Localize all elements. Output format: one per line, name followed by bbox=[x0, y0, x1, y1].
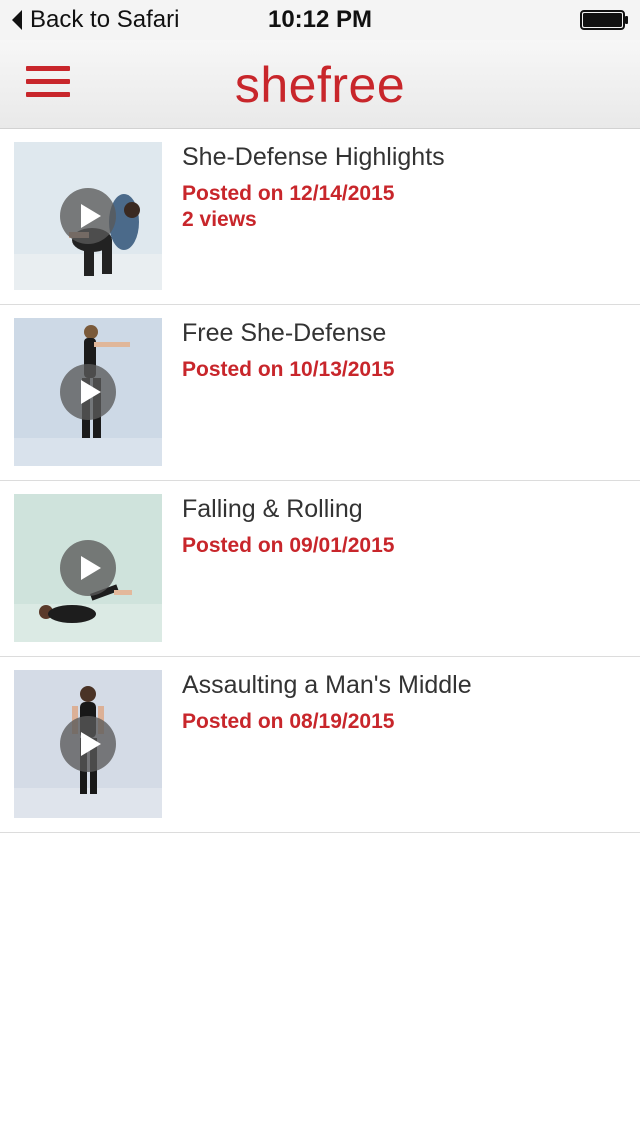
battery-icon bbox=[580, 10, 628, 30]
video-thumbnail[interactable] bbox=[14, 670, 162, 818]
video-views: 2 views bbox=[182, 208, 257, 231]
play-icon[interactable] bbox=[60, 716, 116, 772]
video-title[interactable]: Falling & Rolling bbox=[182, 495, 363, 524]
status-bar: Back to Safari 10:12 PM bbox=[0, 0, 640, 40]
play-icon[interactable] bbox=[60, 188, 116, 244]
video-thumbnail[interactable] bbox=[14, 494, 162, 642]
video-item[interactable]: Free She-Defense Posted on 10/13/2015 bbox=[0, 305, 640, 481]
video-posted-date: Posted on 08/19/2015 bbox=[182, 710, 395, 733]
video-thumbnail[interactable] bbox=[14, 142, 162, 290]
video-item[interactable]: Assaulting a Man's Middle Posted on 08/1… bbox=[0, 657, 640, 833]
video-posted-date: Posted on 10/13/2015 bbox=[182, 358, 395, 381]
video-posted-date: Posted on 09/01/2015 bbox=[182, 534, 395, 557]
video-list: She-Defense Highlights Posted on 12/14/2… bbox=[0, 129, 640, 833]
video-title[interactable]: Assaulting a Man's Middle bbox=[182, 671, 472, 700]
brand-logo: shefree bbox=[234, 57, 406, 113]
play-icon[interactable] bbox=[60, 364, 116, 420]
video-item[interactable]: She-Defense Highlights Posted on 12/14/2… bbox=[0, 129, 640, 305]
video-title[interactable]: She-Defense Highlights bbox=[182, 143, 445, 172]
app-header: shefree bbox=[0, 40, 640, 129]
video-title[interactable]: Free She-Defense bbox=[182, 319, 386, 348]
video-posted-date: Posted on 12/14/2015 bbox=[182, 182, 395, 205]
video-thumbnail[interactable] bbox=[14, 318, 162, 466]
video-item[interactable]: Falling & Rolling Posted on 09/01/2015 bbox=[0, 481, 640, 657]
play-icon[interactable] bbox=[60, 540, 116, 596]
status-time: 10:12 PM bbox=[267, 6, 373, 33]
